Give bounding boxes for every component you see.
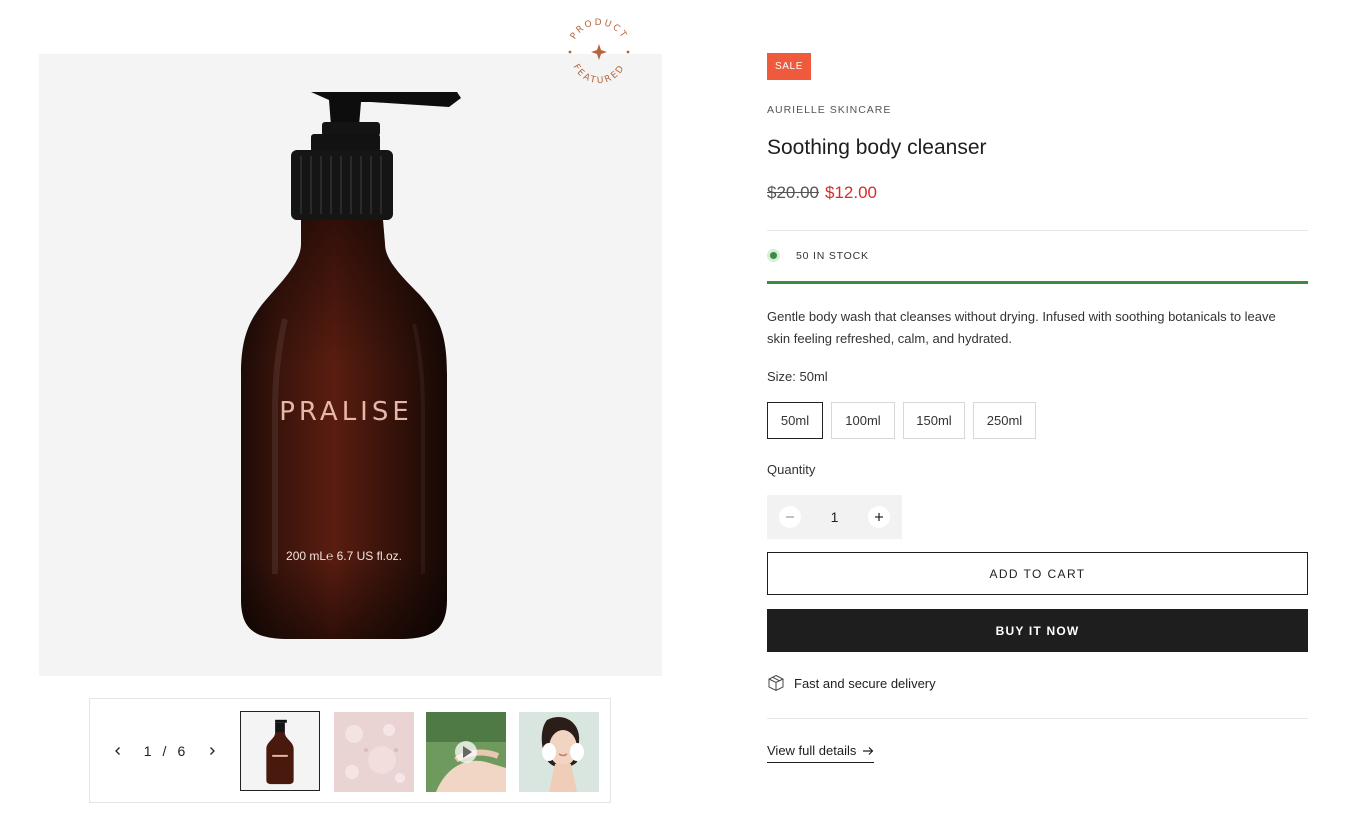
thumbnail-video-hands[interactable]: [426, 712, 506, 792]
svg-text:PRODUCT: PRODUCT: [569, 18, 629, 41]
gallery-total: 6: [177, 743, 187, 759]
product-price: $20.00 $12.00: [767, 183, 877, 203]
plus-icon: [875, 513, 883, 521]
divider: [767, 230, 1308, 231]
size-option-100ml[interactable]: 100ml: [831, 402, 895, 439]
view-details-label: View full details: [767, 743, 857, 758]
size-options: 50ml 100ml 150ml 250ml: [767, 402, 1036, 439]
size-label: Size: 50ml: [767, 369, 828, 384]
gallery-current: 1: [143, 743, 153, 759]
buy-it-now-button[interactable]: BUY IT NOW: [767, 609, 1308, 652]
product-vendor[interactable]: AURIELLE SKINCARE: [767, 104, 891, 116]
in-stock-dot-icon: [767, 249, 780, 262]
minus-icon: [786, 516, 794, 518]
stock-level-bar: [767, 281, 1308, 284]
gallery-pager: 1 / 6: [110, 739, 220, 763]
thumbnail-gel-texture[interactable]: [334, 712, 414, 792]
quantity-input[interactable]: [819, 509, 850, 525]
thumbnail-navigation: 1 / 6: [89, 698, 611, 803]
gallery-separator: /: [162, 743, 168, 759]
increase-quantity-button[interactable]: [868, 506, 890, 528]
stock-text: 50 IN STOCK: [796, 249, 869, 262]
next-arrow-icon[interactable]: [204, 743, 220, 759]
compare-at-price: $20.00: [767, 183, 819, 202]
size-option-50ml[interactable]: 50ml: [767, 402, 823, 439]
star-icon: [591, 44, 607, 60]
sale-price: $12.00: [825, 183, 877, 202]
stock-level-fill: [767, 281, 1308, 284]
divider: [767, 718, 1308, 719]
thumbnail-product-bottle[interactable]: [240, 711, 320, 791]
product-title: Soothing body cleanser: [767, 136, 987, 159]
quantity-stepper: [767, 495, 902, 539]
add-to-cart-button[interactable]: ADD TO CART: [767, 552, 1308, 595]
bottle-volume-text: 200 mL℮ 6.7 US fl.oz.: [286, 549, 402, 563]
box-icon: [768, 674, 784, 692]
delivery-info: Fast and secure delivery: [767, 674, 936, 692]
featured-product-badge: PRODUCT FEATURED: [568, 18, 630, 87]
size-option-150ml[interactable]: 150ml: [903, 402, 965, 439]
decrease-quantity-button[interactable]: [779, 506, 801, 528]
delivery-text: Fast and secure delivery: [794, 675, 936, 691]
thumbnail-woman-cleansing[interactable]: [519, 712, 599, 792]
sale-badge: SALE: [767, 53, 811, 80]
view-full-details-link[interactable]: View full details: [767, 743, 875, 763]
featured-badge-bottom-text: FEATURED: [571, 63, 626, 87]
featured-badge-top-text: PRODUCT: [569, 18, 627, 41]
size-option-250ml[interactable]: 250ml: [973, 402, 1036, 439]
main-product-image[interactable]: PRALISE 200 mL℮ 6.7 US fl.oz.: [39, 54, 662, 676]
bottle-brand-text: PRALISE: [279, 397, 413, 427]
product-info: SALE AURIELLE SKINCARE Soothing body cle…: [767, 0, 1308, 815]
quantity-label: Quantity: [767, 462, 816, 477]
product-description: Gentle body wash that cleanses without d…: [767, 309, 1276, 346]
product-bottle-image: PRALISE 200 mL℮ 6.7 US fl.oz.: [241, 92, 461, 639]
prev-arrow-icon[interactable]: [110, 743, 126, 759]
svg-text:FEATURED: FEATURED: [571, 63, 628, 87]
gallery-counter: 1 / 6: [144, 743, 186, 759]
arrow-right-icon: [863, 746, 874, 755]
inventory-status: 50 IN STOCK: [767, 249, 869, 262]
